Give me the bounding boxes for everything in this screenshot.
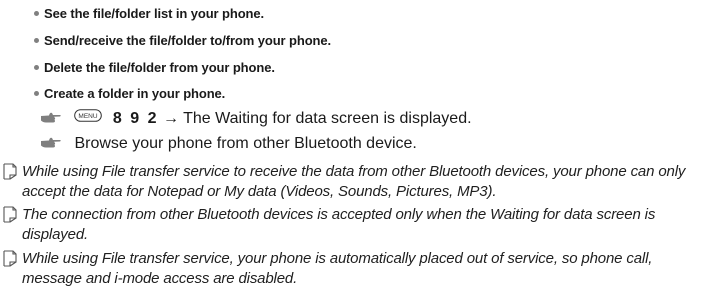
key-sequence: 8 9 2 [112,110,159,127]
bullet-text: Create a folder in your phone. [44,86,226,101]
note-line: accept the data for Notepad or My data (… [22,183,497,200]
bullet-item: Send/receive the file/folder to/from you… [34,33,331,49]
step-menu-keys: MENU 8 9 2 → The Waiting for data screen… [40,109,472,129]
bullet-text: Send/receive the file/folder to/from you… [44,33,332,48]
pointing-hand-icon [41,112,61,123]
step-browse: Browse your phone from other Bluetooth d… [40,134,417,154]
bullet-dot [34,65,39,70]
bullet-text: Delete the file/folder from your phone. [44,60,275,75]
note-line: displayed. [22,226,89,243]
menu-key-icon: MENU [74,109,103,122]
bullet-dot [34,11,39,16]
memo-note-icon [3,163,17,180]
step-text: The Waiting for data screen is displayed… [183,110,472,127]
bullet-text: See the file/folder list in your phone. [44,6,265,21]
arrow-icon: → [162,110,179,127]
note-line: message and i-mode access are disabled. [22,270,298,287]
bullet-dot [34,38,39,43]
memo-note-icon [3,250,17,267]
note-line: While using File transfer service to rec… [22,163,686,180]
note-line: The connection from other Bluetooth devi… [22,206,656,223]
memo-note-icon [3,206,17,223]
bullet-item: Delete the file/folder from your phone. [34,60,275,76]
menu-key-label: MENU [79,113,98,120]
bullet-dot [34,91,39,96]
pointing-hand-icon [41,137,61,148]
bullet-item: Create a folder in your phone. [34,86,225,102]
note-line: While using File transfer service, your … [22,250,653,267]
bullet-item: See the file/folder list in your phone. [34,6,264,22]
step-text: Browse your phone from other Bluetooth d… [74,135,417,152]
